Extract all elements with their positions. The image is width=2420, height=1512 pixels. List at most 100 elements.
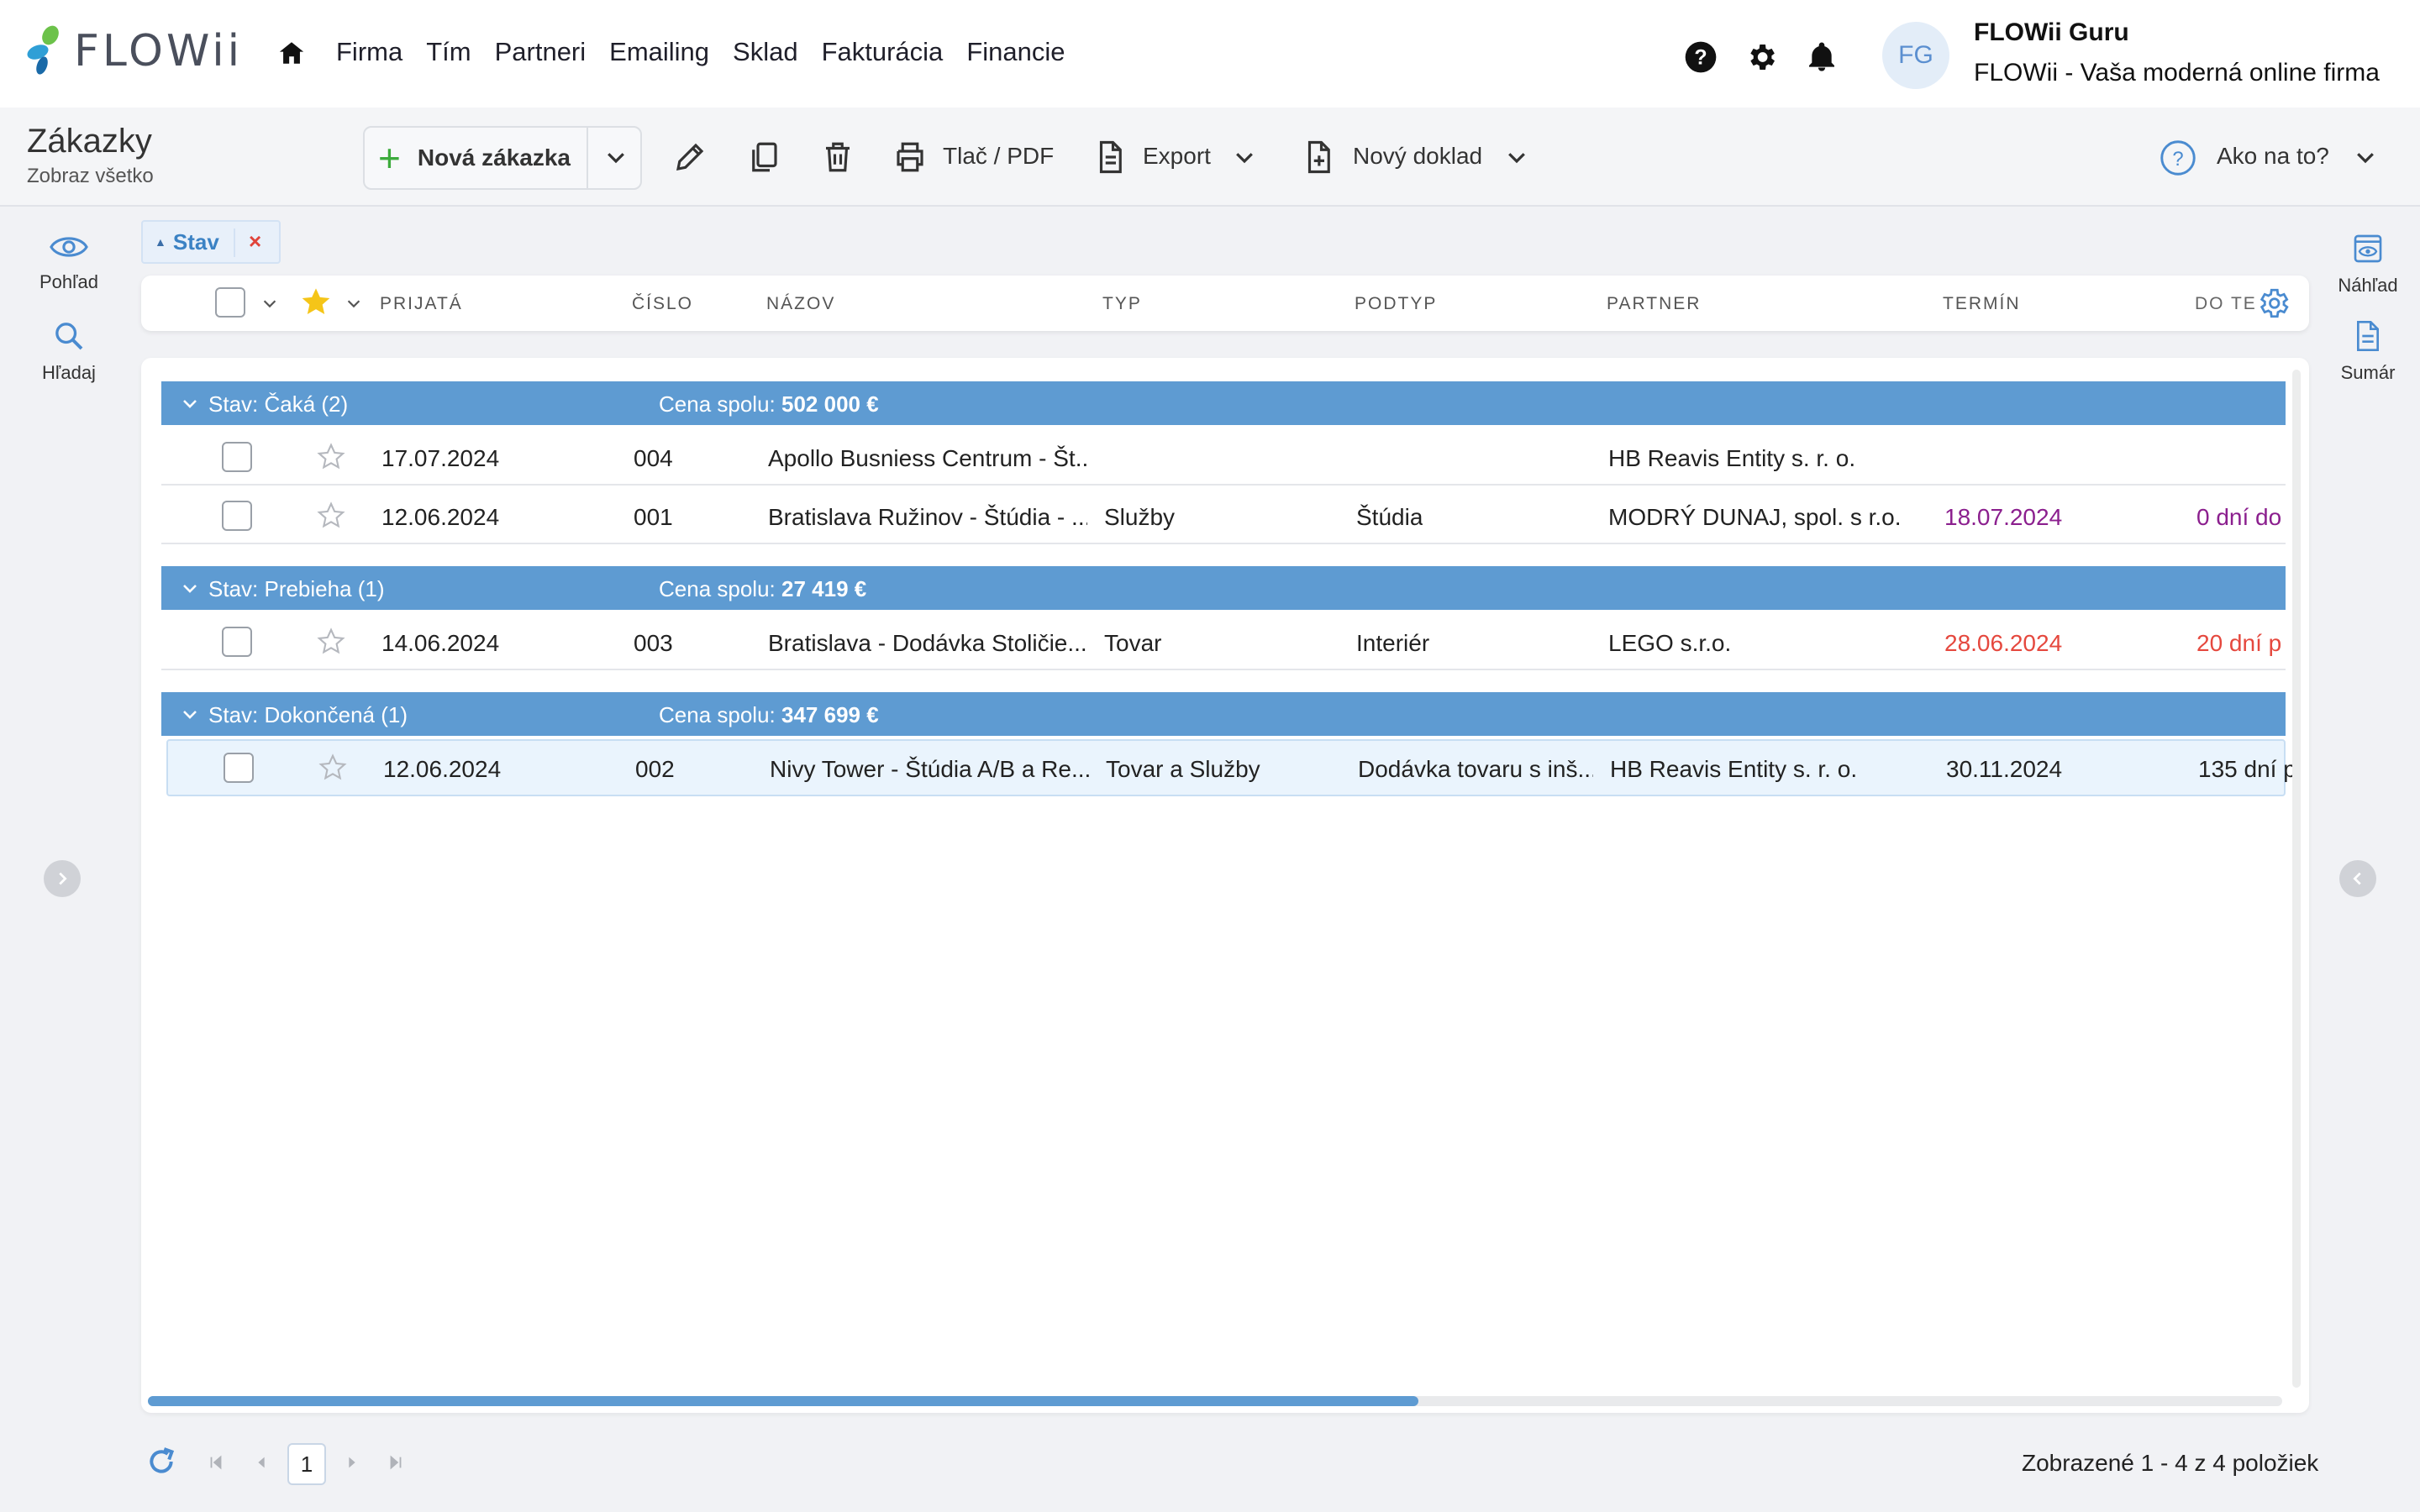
copy-icon[interactable] — [746, 139, 781, 175]
previous-page-icon[interactable] — [252, 1453, 271, 1472]
notifications-bell-icon[interactable] — [1805, 40, 1839, 74]
group-header-prebieha[interactable]: Stav: Prebieha (1) Cena spolu: 27 419 € — [161, 566, 2286, 610]
favorite-star-outline-icon[interactable] — [316, 442, 346, 472]
help-circle-icon[interactable]: ? — [2160, 139, 2196, 176]
table-row[interactable]: 17.07.2024 004 Apollo Busniess Centrum -… — [161, 428, 2286, 486]
column-typ[interactable]: TYP — [1102, 294, 1142, 314]
split-divider — [587, 128, 588, 188]
cell-term: 30.11.2024 — [1946, 756, 2063, 782]
row-checkbox[interactable] — [222, 627, 252, 657]
current-page[interactable]: 1 — [287, 1443, 326, 1485]
group-total-value: 502 000 € — [781, 391, 879, 417]
column-prijata[interactable]: PRIJATÁ — [380, 294, 463, 314]
favorite-chevron-down-icon[interactable] — [345, 294, 363, 312]
column-termin[interactable]: TERMÍN — [1943, 294, 2021, 314]
help-icon[interactable]: ? — [1684, 40, 1718, 74]
favorite-star-outline-icon[interactable] — [316, 627, 346, 657]
edit-pencil-icon[interactable] — [672, 139, 708, 175]
sort-up-icon: ▲ — [155, 235, 166, 249]
cell-number: 004 — [634, 445, 673, 471]
table-row-selected[interactable]: 12.06.2024 002 Nivy Tower - Štúdia A/B a… — [166, 739, 2296, 796]
nav-partneri[interactable]: Partneri — [495, 37, 587, 67]
flowii-logo[interactable]: FLOWii — [25, 25, 243, 77]
favorite-star-outline-icon[interactable] — [316, 501, 346, 531]
preview-rail-button[interactable]: Náhľad — [2317, 232, 2418, 297]
column-nazov[interactable]: NÁZOV — [766, 294, 835, 314]
collapse-chevron-down-icon[interactable] — [180, 393, 200, 413]
summary-rail-button[interactable]: Sumár — [2317, 319, 2418, 384]
expand-left-arrow[interactable] — [44, 860, 81, 897]
last-page-icon[interactable] — [387, 1453, 405, 1472]
view-rail-button[interactable]: Pohľad — [18, 232, 119, 293]
collapse-chevron-down-icon[interactable] — [180, 578, 200, 598]
how-to-chevron-down-icon[interactable] — [2353, 144, 2378, 170]
horizontal-scrollbar-thumb[interactable] — [148, 1396, 1418, 1406]
favorite-star-filled-icon[interactable] — [299, 286, 333, 319]
table-row[interactable]: 12.06.2024 001 Bratislava Ružinov - Štúd… — [161, 487, 2286, 544]
cell-date: 14.06.2024 — [381, 630, 500, 656]
favorite-star-outline-icon[interactable] — [318, 753, 348, 783]
cell-term: 18.07.2024 — [1944, 504, 2063, 530]
print-icon[interactable] — [892, 139, 928, 175]
refresh-icon[interactable] — [145, 1445, 178, 1478]
new-document-icon[interactable] — [1301, 139, 1336, 175]
user-company[interactable]: FLOWii - Vaša moderná online firma — [1974, 59, 2380, 87]
column-partner[interactable]: PARTNER — [1607, 294, 1701, 314]
export-chevron-down-icon[interactable] — [1232, 144, 1257, 170]
svg-text:?: ? — [1694, 45, 1707, 69]
user-avatar[interactable]: FG — [1882, 22, 1949, 89]
group-header-dokoncena[interactable]: Stav: Dokončená (1) Cena spolu: 347 699 … — [161, 692, 2286, 736]
column-podtyp[interactable]: PODTYP — [1355, 294, 1437, 314]
expand-right-arrow[interactable] — [2339, 860, 2376, 897]
remove-filter-icon[interactable]: × — [249, 228, 261, 255]
nav-tim[interactable]: Tím — [426, 37, 471, 67]
chip-divider — [234, 228, 235, 257]
grid-header: PRIJATÁ ČÍSLO NÁZOV TYP PODTYP PARTNER T… — [141, 276, 2309, 331]
nav-fakturacia[interactable]: Fakturácia — [822, 37, 944, 67]
user-name[interactable]: FLOWii Guru — [1974, 18, 2129, 47]
cell-number: 002 — [635, 756, 675, 782]
settings-gear-icon[interactable] — [1744, 40, 1778, 74]
group-total-value: 27 419 € — [781, 576, 867, 601]
vertical-scrollbar[interactable] — [2292, 370, 2301, 1388]
search-rail-button[interactable]: Hľadaj — [18, 319, 119, 384]
new-order-button[interactable]: + Nová zákazka — [363, 126, 642, 190]
nav-financie[interactable]: Financie — [966, 37, 1065, 67]
cell-name: Bratislava Ružinov - Štúdia - ... — [768, 504, 1087, 530]
delete-trash-icon[interactable] — [820, 139, 855, 175]
cell-partner: MODRÝ DUNAJ, spol. s r.o. — [1608, 504, 1902, 530]
column-do-terminu[interactable]: DO TE — [2195, 294, 2262, 314]
search-rail-label: Hľadaj — [42, 362, 96, 383]
export-button[interactable]: Export — [1143, 143, 1211, 170]
group-header-caka[interactable]: Stav: Čaká (2) Cena spolu: 502 000 € — [161, 381, 2286, 425]
nav-firma[interactable]: Firma — [336, 37, 402, 67]
select-chevron-down-icon[interactable] — [260, 294, 279, 312]
cell-date: 17.07.2024 — [381, 445, 500, 471]
cell-name: Apollo Busniess Centrum - Št... — [768, 445, 1087, 471]
home-icon[interactable] — [277, 39, 306, 67]
export-document-icon[interactable] — [1092, 139, 1128, 175]
cell-name: Nivy Tower - Štúdia A/B a Re... — [770, 756, 1089, 782]
next-page-icon[interactable] — [343, 1453, 361, 1472]
cell-subtype: Štúdia — [1356, 504, 1423, 530]
column-cislo[interactable]: ČÍSLO — [632, 294, 693, 314]
select-all-checkbox[interactable] — [215, 287, 245, 318]
eye-icon — [50, 237, 88, 257]
page-toolbar: Zákazky Zobraz všetko + Nová zákazka Tla… — [0, 108, 2420, 207]
filter-chip-stav[interactable]: ▲ Stav × — [141, 220, 281, 264]
chevron-down-icon[interactable] — [603, 144, 629, 170]
row-checkbox[interactable] — [222, 442, 252, 472]
row-checkbox[interactable] — [222, 501, 252, 531]
how-to-button[interactable]: Ako na to? — [2217, 143, 2329, 170]
collapse-chevron-down-icon[interactable] — [180, 704, 200, 724]
row-checkbox[interactable] — [224, 753, 254, 783]
new-document-button[interactable]: Nový doklad — [1353, 143, 1482, 170]
column-settings-gear-icon[interactable] — [2255, 286, 2291, 321]
cell-number: 003 — [634, 630, 673, 656]
nav-sklad[interactable]: Sklad — [733, 37, 798, 67]
first-page-icon[interactable] — [207, 1453, 225, 1472]
table-row[interactable]: 14.06.2024 003 Bratislava - Dodávka Stol… — [161, 613, 2286, 670]
nav-emailing[interactable]: Emailing — [609, 37, 709, 67]
print-pdf-button[interactable]: Tlač / PDF — [943, 143, 1054, 170]
new-document-chevron-down-icon[interactable] — [1504, 144, 1529, 170]
